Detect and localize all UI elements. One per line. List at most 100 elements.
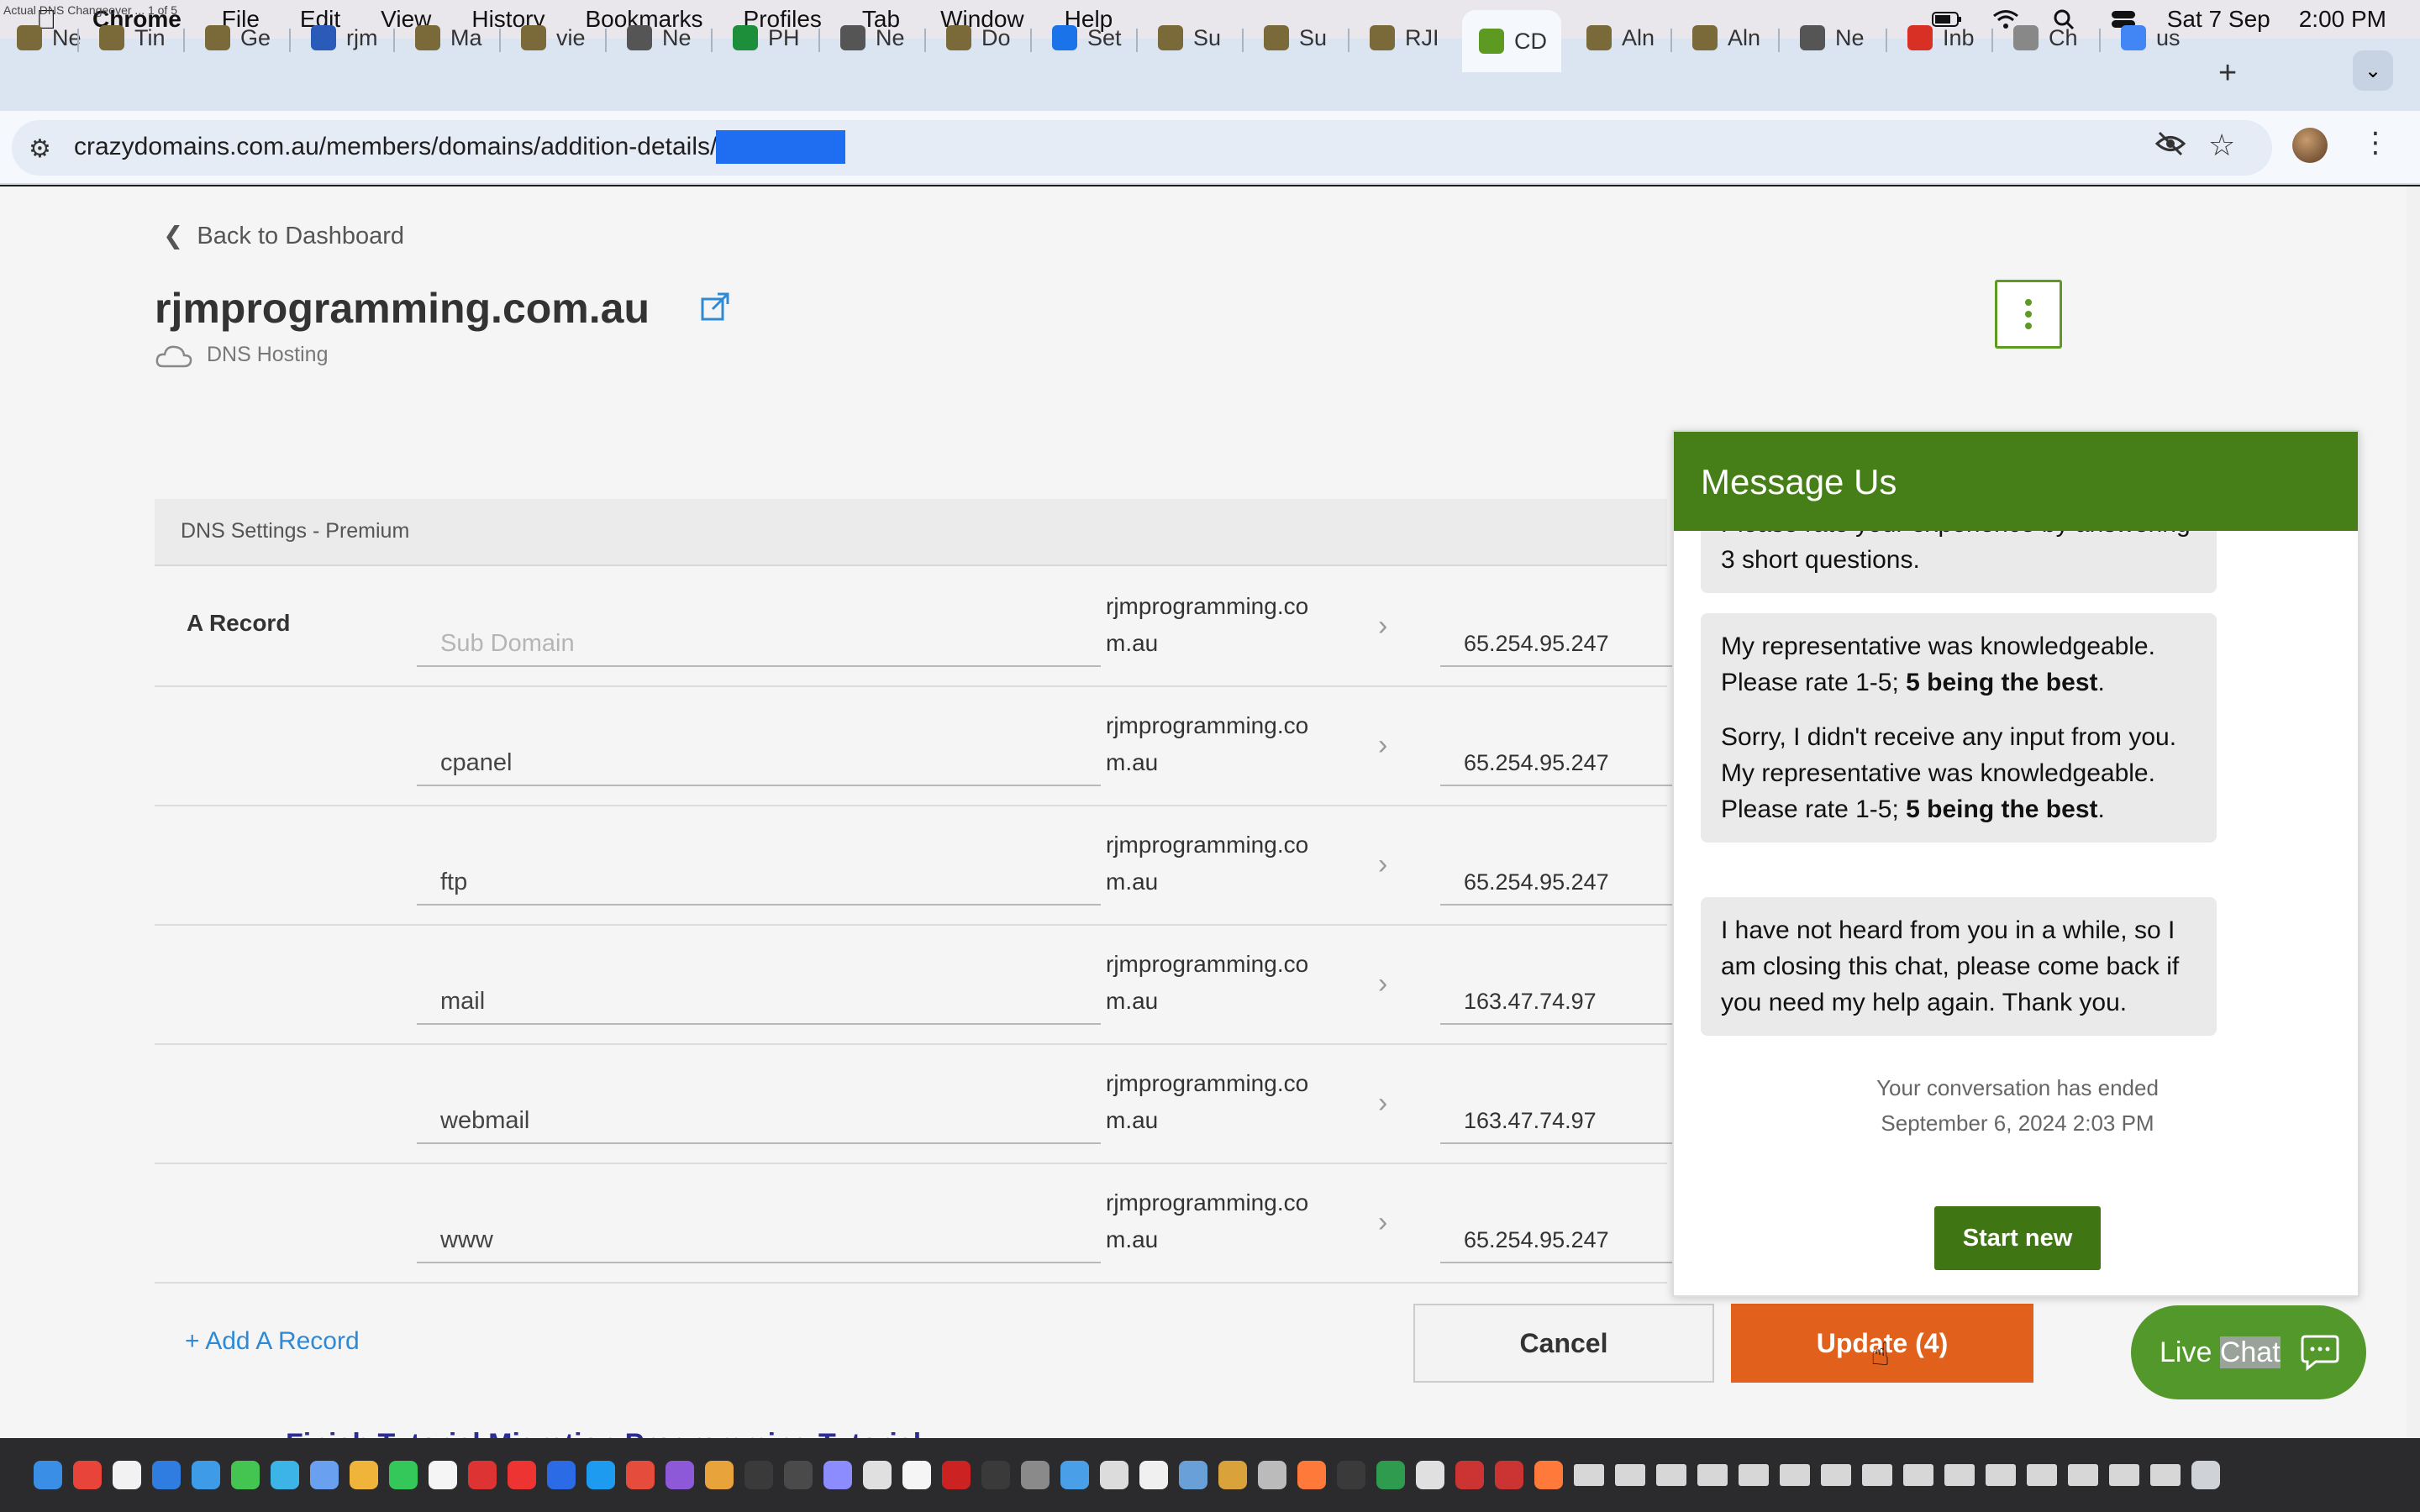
- dock-app-icon[interactable]: [981, 1461, 1010, 1489]
- dock-minimized-window[interactable]: [1697, 1464, 1728, 1486]
- dock-minimized-window[interactable]: [2068, 1464, 2098, 1486]
- external-link-icon[interactable]: [699, 291, 733, 324]
- dock-minimized-window[interactable]: [1862, 1464, 1892, 1486]
- dock-minimized-window[interactable]: [2027, 1464, 2057, 1486]
- dock-app-icon[interactable]: [192, 1461, 220, 1489]
- dock-app-icon[interactable]: [784, 1461, 813, 1489]
- dock-minimized-window[interactable]: [1903, 1464, 1933, 1486]
- subdomain-input[interactable]: ftp: [417, 862, 1101, 906]
- dock-app-icon[interactable]: [547, 1461, 576, 1489]
- ip-address-input[interactable]: 65.254.95.247: [1440, 743, 1692, 786]
- dock-app-icon[interactable]: [626, 1461, 655, 1489]
- dock-app-icon[interactable]: [1258, 1461, 1286, 1489]
- tab-search-chevron-icon[interactable]: ⌄: [2353, 50, 2393, 91]
- tab-5[interactable]: vie: [504, 13, 593, 62]
- dock-app-icon[interactable]: [705, 1461, 734, 1489]
- subdomain-input[interactable]: webmail: [417, 1100, 1101, 1144]
- dock-app-icon[interactable]: [34, 1461, 62, 1489]
- dock-app-icon[interactable]: [1337, 1461, 1365, 1489]
- subdomain-input[interactable]: Sub Domain: [417, 623, 1101, 667]
- dock-app-icon[interactable]: [310, 1461, 339, 1489]
- dock-app-icon[interactable]: [1495, 1461, 1523, 1489]
- ip-address-input[interactable]: 163.47.74.97: [1440, 981, 1692, 1025]
- tab-8[interactable]: Ne: [823, 13, 913, 62]
- dock-app-icon[interactable]: [1179, 1461, 1207, 1489]
- dock-app-icon[interactable]: [1021, 1461, 1050, 1489]
- dock-app-icon[interactable]: [1534, 1461, 1563, 1489]
- subdomain-input[interactable]: www: [417, 1220, 1101, 1263]
- chrome-menu-icon[interactable]: ⋮: [2361, 126, 2390, 160]
- dock-minimized-window[interactable]: [1656, 1464, 1686, 1486]
- dock-app-icon[interactable]: [389, 1461, 418, 1489]
- dock-app-icon[interactable]: [468, 1461, 497, 1489]
- dock-app-icon[interactable]: [508, 1461, 536, 1489]
- dock-app-icon[interactable]: [1218, 1461, 1247, 1489]
- new-tab-button[interactable]: +: [2218, 55, 2237, 92]
- tab-12[interactable]: Su: [1247, 13, 1336, 62]
- dock-minimized-window[interactable]: [2109, 1464, 2139, 1486]
- dock-app-icon[interactable]: [429, 1461, 457, 1489]
- dock-minimized-window[interactable]: [1615, 1464, 1645, 1486]
- dock-app-icon[interactable]: [823, 1461, 852, 1489]
- cancel-button[interactable]: Cancel: [1413, 1304, 1714, 1383]
- tab-18[interactable]: Inb: [1891, 13, 1980, 62]
- url-text[interactable]: crazydomains.com.au/members/domains/addi…: [74, 133, 717, 161]
- tab-9[interactable]: Do: [929, 13, 1018, 62]
- dock-app-icon[interactable]: [744, 1461, 773, 1489]
- tab-10[interactable]: Set: [1035, 13, 1124, 62]
- more-options-button[interactable]: [1995, 280, 2062, 349]
- dock-app-icon[interactable]: [350, 1461, 378, 1489]
- dock-app-icon[interactable]: [113, 1461, 141, 1489]
- dock-app-icon[interactable]: [152, 1461, 181, 1489]
- tab-6[interactable]: Ne: [610, 13, 699, 62]
- subdomain-input[interactable]: mail: [417, 981, 1101, 1025]
- ip-address-input[interactable]: 65.254.95.247: [1440, 1220, 1692, 1263]
- trash-icon[interactable]: [2191, 1461, 2220, 1489]
- tab-3[interactable]: rjm: [294, 13, 383, 62]
- tab-2[interactable]: Ge: [188, 13, 277, 62]
- dock-minimized-window[interactable]: [1986, 1464, 2016, 1486]
- dock-minimized-window[interactable]: [1821, 1464, 1851, 1486]
- ip-address-input[interactable]: 65.254.95.247: [1440, 862, 1692, 906]
- dock-app-icon[interactable]: [271, 1461, 299, 1489]
- tab-15[interactable]: Aln: [1570, 13, 1659, 62]
- tab-4[interactable]: Ma: [398, 13, 487, 62]
- tab-1[interactable]: Tin: [82, 13, 171, 62]
- tab-20[interactable]: us: [2104, 13, 2193, 62]
- ip-address-input[interactable]: 163.47.74.97: [1440, 1100, 1692, 1144]
- dock-app-icon[interactable]: [1100, 1461, 1128, 1489]
- add-a-record-link[interactable]: + Add A Record: [185, 1327, 360, 1356]
- dock-app-icon[interactable]: [1416, 1461, 1444, 1489]
- tab-17[interactable]: Ne: [1783, 13, 1872, 62]
- dock-app-icon[interactable]: [1455, 1461, 1484, 1489]
- dock-app-icon[interactable]: [1139, 1461, 1168, 1489]
- site-settings-icon[interactable]: ⚙: [29, 134, 51, 164]
- dock-app-icon[interactable]: [73, 1461, 102, 1489]
- tab-19[interactable]: Ch: [1996, 13, 2086, 62]
- tab-0[interactable]: Ne: [0, 13, 89, 62]
- eye-slash-icon[interactable]: [2154, 129, 2186, 165]
- tab-13[interactable]: RJI: [1353, 13, 1442, 62]
- tab-14[interactable]: CD✕: [1462, 10, 1561, 72]
- dock-app-icon[interactable]: [587, 1461, 615, 1489]
- dock-app-icon[interactable]: [902, 1461, 931, 1489]
- dock-app-icon[interactable]: [1060, 1461, 1089, 1489]
- dock-minimized-window[interactable]: [1944, 1464, 1975, 1486]
- dock-minimized-window[interactable]: [2150, 1464, 2181, 1486]
- tab-7[interactable]: PH: [716, 13, 805, 62]
- ip-address-input[interactable]: 65.254.95.247: [1440, 623, 1692, 667]
- tab-11[interactable]: Su: [1141, 13, 1230, 62]
- start-new-button[interactable]: Start new: [1934, 1206, 2101, 1270]
- dock-minimized-window[interactable]: [1574, 1464, 1604, 1486]
- dock-minimized-window[interactable]: [1739, 1464, 1769, 1486]
- scrollbar[interactable]: [2407, 186, 2420, 1438]
- dock-app-icon[interactable]: [231, 1461, 260, 1489]
- subdomain-input[interactable]: cpanel: [417, 743, 1101, 786]
- tab-16[interactable]: Aln: [1676, 13, 1765, 62]
- dock-app-icon[interactable]: [1376, 1461, 1405, 1489]
- dock-app-icon[interactable]: [863, 1461, 892, 1489]
- dock-app-icon[interactable]: [666, 1461, 694, 1489]
- profile-avatar[interactable]: [2292, 128, 2328, 163]
- back-to-dashboard-link[interactable]: ❮ Back to Dashboard: [163, 221, 404, 250]
- dock-minimized-window[interactable]: [1780, 1464, 1810, 1486]
